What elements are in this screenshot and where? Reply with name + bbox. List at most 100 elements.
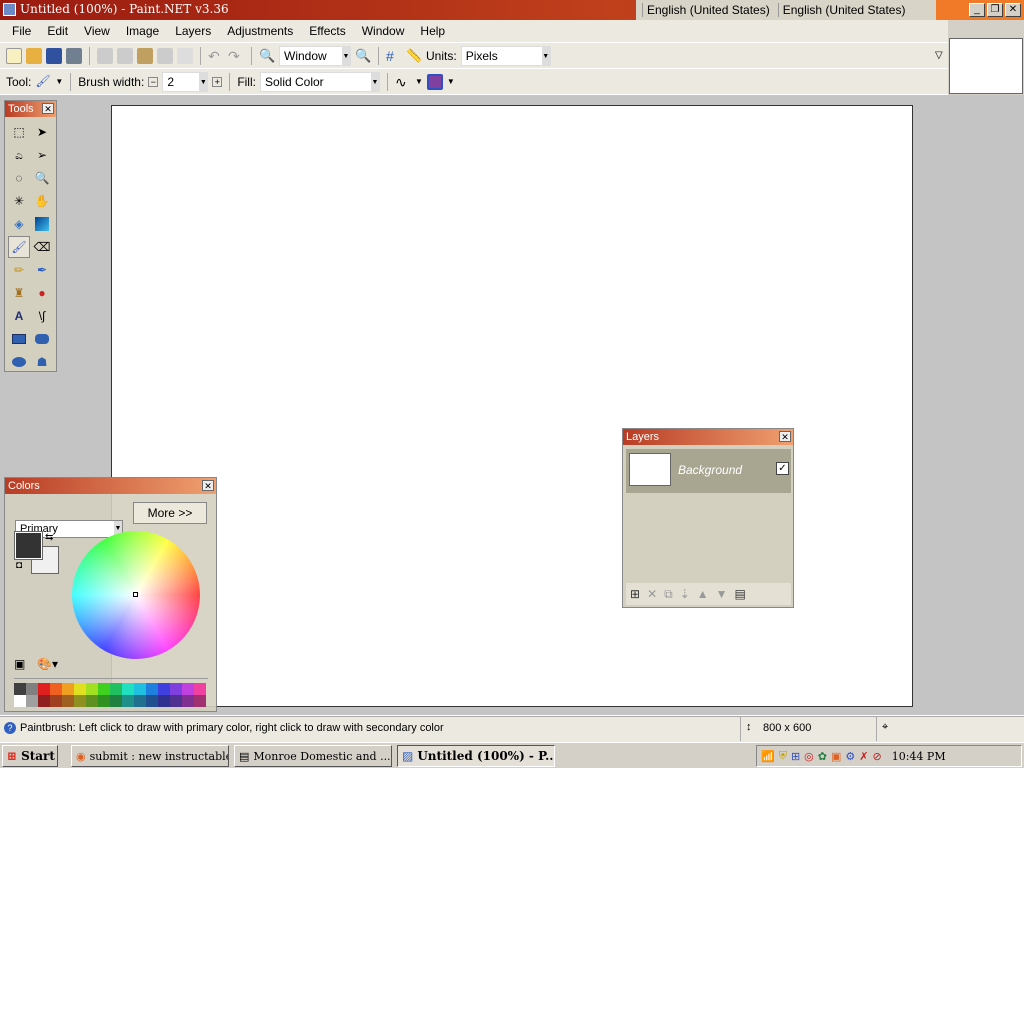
fill-select[interactable]: Solid Color ▼ (259, 71, 380, 92)
freeform-shape-icon[interactable]: ☗ (31, 351, 53, 373)
thumbnail-menu-icon[interactable]: ▽ (935, 50, 943, 61)
menu-window[interactable]: Window (354, 24, 413, 38)
palette-swatch[interactable] (110, 695, 122, 707)
palette-swatch[interactable] (194, 683, 206, 695)
layer-properties-icon[interactable]: ▤ (735, 587, 746, 601)
restore-button[interactable]: ❐ (987, 3, 1003, 17)
close-button[interactable]: ✕ (1005, 3, 1021, 17)
menu-effects[interactable]: Effects (301, 24, 353, 38)
cut-icon[interactable] (97, 47, 113, 64)
palette-swatch[interactable] (110, 683, 122, 695)
palette-swatch[interactable] (158, 683, 170, 695)
clone-stamp-icon[interactable]: ♜ (8, 282, 30, 304)
palette-swatch[interactable] (98, 695, 110, 707)
decrease-width-button[interactable]: − (148, 76, 159, 87)
open-icon[interactable] (26, 47, 42, 64)
tray-icon[interactable]: ⚙ (845, 750, 855, 763)
color-wheel[interactable] (72, 531, 200, 659)
palette-swatch[interactable] (194, 695, 206, 707)
palette-swatch[interactable] (86, 695, 98, 707)
palette-swatch[interactable] (146, 695, 158, 707)
ellipse-select-icon[interactable]: ◌ (8, 167, 30, 189)
eraser-icon[interactable]: ⌫ (31, 236, 53, 258)
menu-layers[interactable]: Layers (167, 24, 219, 38)
palette-swatch[interactable] (50, 683, 62, 695)
increase-width-button[interactable]: + (212, 76, 223, 87)
tray-icon[interactable]: ✿ (818, 750, 827, 763)
paint-bucket-icon[interactable]: ◈ (8, 213, 30, 235)
zoom-in-icon[interactable]: 🔍 (355, 48, 371, 64)
antialiasing-icon[interactable]: ∿ (395, 74, 411, 90)
deselect-icon[interactable] (177, 47, 193, 64)
color-picker-icon[interactable]: ✒ (31, 259, 53, 281)
crop-icon[interactable] (157, 47, 173, 64)
zoom-out-icon[interactable]: 🔍 (259, 48, 275, 64)
delete-layer-icon[interactable]: ✕ (647, 587, 657, 601)
tray-icon[interactable]: ⊘ (873, 750, 882, 763)
tray-icon[interactable]: ⊞ (791, 750, 800, 763)
palette-swatch[interactable] (182, 695, 194, 707)
ruler-icon[interactable]: 📏 (406, 48, 422, 64)
palette-swatch[interactable] (182, 683, 194, 695)
rectangle-select-icon[interactable]: ⬚ (8, 121, 30, 143)
gradient-icon[interactable] (31, 213, 53, 235)
palette-swatch[interactable] (14, 695, 26, 707)
move-selection-icon[interactable]: ➢ (31, 144, 53, 166)
blend-mode-icon[interactable] (426, 73, 443, 90)
palette-swatch[interactable] (50, 695, 62, 707)
language-item[interactable]: English (United States) (777, 3, 910, 17)
move-layer-up-icon[interactable]: ▲ (697, 587, 709, 601)
taskbar-item[interactable]: ▤ Monroe Domestic and ... (234, 745, 392, 767)
network-icon[interactable]: 📶 (761, 750, 775, 763)
palette-swatch[interactable] (122, 683, 134, 695)
merge-layer-icon[interactable]: ⇣ (680, 587, 690, 601)
pencil-icon[interactable]: ✏ (8, 259, 30, 281)
close-icon[interactable]: ✕ (42, 103, 54, 114)
taskbar-item-active[interactable]: ▨ Untitled (100%) - P... (397, 745, 555, 767)
palette-swatch[interactable] (26, 683, 38, 695)
move-layer-down-icon[interactable]: ▼ (716, 587, 728, 601)
copy-icon[interactable] (117, 47, 133, 64)
line-curve-icon[interactable]: \∫ (31, 305, 53, 327)
save-icon[interactable] (46, 47, 62, 64)
lasso-select-icon[interactable]: ಎ (8, 144, 30, 166)
palette-swatch[interactable] (38, 683, 50, 695)
duplicate-layer-icon[interactable]: ⧉ (664, 587, 673, 602)
move-selected-icon[interactable]: ➤ (31, 121, 53, 143)
swap-colors-icon[interactable]: ⇆ (45, 532, 53, 543)
ellipse-icon[interactable] (8, 351, 30, 373)
grid-icon[interactable]: # (386, 48, 402, 64)
rectangle-icon[interactable] (8, 328, 30, 350)
palette-swatch[interactable] (170, 695, 182, 707)
language-item[interactable]: English (United States) (642, 3, 774, 17)
menu-adjustments[interactable]: Adjustments (219, 24, 301, 38)
palette-swatch[interactable] (74, 683, 86, 695)
undo-icon[interactable]: ↶ (208, 48, 224, 64)
tray-icon[interactable]: ✗ (859, 750, 868, 763)
paintbrush-icon[interactable]: 🖌 (35, 74, 51, 90)
add-to-palette-icon[interactable]: ▣ (14, 657, 25, 671)
magic-wand-icon[interactable]: ✳ (8, 190, 30, 212)
pan-icon[interactable]: ✋ (31, 190, 53, 212)
menu-view[interactable]: View (76, 24, 118, 38)
menu-help[interactable]: Help (412, 24, 453, 38)
color-wheel-cursor[interactable] (133, 592, 138, 597)
palette-swatch[interactable] (146, 683, 158, 695)
redo-icon[interactable]: ↷ (228, 48, 244, 64)
recolor-icon[interactable]: ● (31, 282, 53, 304)
menu-edit[interactable]: Edit (39, 24, 76, 38)
palette-swatch[interactable] (38, 695, 50, 707)
palette-swatch[interactable] (170, 683, 182, 695)
palette-swatch[interactable] (86, 683, 98, 695)
palette-swatch[interactable] (134, 683, 146, 695)
palette-swatch[interactable] (14, 683, 26, 695)
security-icon[interactable]: ⛨ (779, 750, 787, 763)
menu-image[interactable]: Image (118, 24, 167, 38)
palette-swatch[interactable] (122, 695, 134, 707)
palette-swatch[interactable] (62, 695, 74, 707)
start-button[interactable]: ⊞ Start (2, 745, 58, 767)
taskbar-item[interactable]: ◉submit : new instructable ... (71, 745, 229, 767)
units-select[interactable]: Pixels ▼ (460, 45, 551, 66)
palette-swatch[interactable] (98, 683, 110, 695)
layer-item[interactable]: Background ✓ (626, 449, 791, 493)
